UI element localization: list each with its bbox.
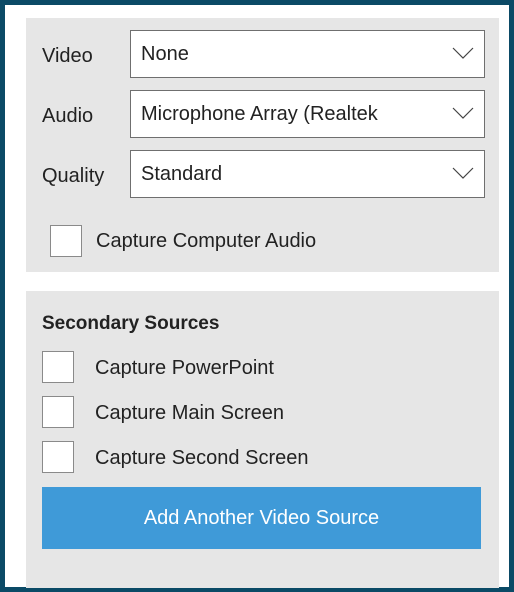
capture-second-screen-label[interactable]: Capture Second Screen [95, 447, 308, 470]
audio-label: Audio [42, 105, 94, 127]
add-video-source-button[interactable]: Add Another Video Source [42, 487, 481, 549]
quality-select-value: Standard [141, 163, 223, 185]
quality-select[interactable]: Standard [130, 150, 485, 198]
capture-main-screen-label[interactable]: Capture Main Screen [95, 402, 284, 425]
video-select[interactable]: None [130, 30, 485, 78]
capture-main-screen-checkbox[interactable] [42, 396, 74, 428]
video-select-value: None [141, 43, 189, 65]
audio-select-value: Microphone Array (Realtek [141, 103, 378, 125]
capture-computer-audio-label[interactable]: Capture Computer Audio [96, 230, 316, 253]
chevron-down-icon [452, 167, 474, 179]
video-label: Video [42, 45, 93, 67]
chevron-down-icon [452, 107, 474, 119]
chevron-down-icon [452, 47, 474, 59]
capture-powerpoint-label[interactable]: Capture PowerPoint [95, 357, 274, 380]
audio-select[interactable]: Microphone Array (Realtek [130, 90, 485, 138]
quality-label: Quality [42, 165, 105, 187]
secondary-sources-title: Secondary Sources [42, 313, 220, 334]
capture-powerpoint-checkbox[interactable] [42, 351, 74, 383]
capture-computer-audio-checkbox[interactable] [50, 225, 82, 257]
capture-second-screen-checkbox[interactable] [42, 441, 74, 473]
